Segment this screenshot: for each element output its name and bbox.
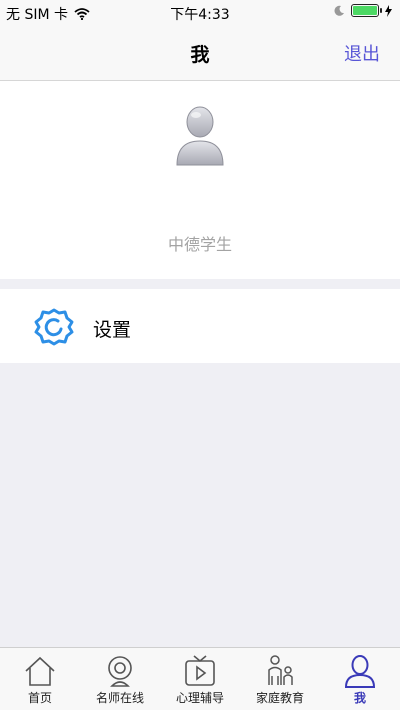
home-icon bbox=[25, 656, 55, 686]
webcam-icon bbox=[108, 656, 132, 687]
status-bar: 无 SIM 卡 下午4:33 bbox=[0, 0, 400, 24]
user-avatar-icon[interactable] bbox=[175, 105, 225, 167]
battery-icon bbox=[351, 4, 382, 17]
navigation-bar: 我 退出 bbox=[0, 24, 400, 81]
person-icon bbox=[344, 655, 376, 688]
username-label: 中德学生 bbox=[167, 235, 232, 254]
tab-teachers-online[interactable]: 名师在线 bbox=[80, 648, 160, 710]
tab-label: 名师在线 bbox=[95, 691, 144, 705]
battery-fill bbox=[353, 6, 377, 15]
charging-icon bbox=[385, 4, 392, 17]
settings-row[interactable]: 设置 bbox=[0, 289, 400, 363]
tab-counseling[interactable]: 心理辅导 bbox=[160, 648, 240, 710]
profile-section: 中德学生 bbox=[0, 81, 400, 279]
settings-label: 设置 bbox=[93, 319, 132, 341]
moon-icon bbox=[334, 5, 344, 16]
tab-bar: 首页 名师在线 心理辅导 家庭教育 我 bbox=[0, 647, 400, 710]
tab-me[interactable]: 我 bbox=[320, 648, 400, 710]
tv-play-icon bbox=[185, 655, 215, 686]
tab-family-education[interactable]: 家庭教育 bbox=[240, 648, 320, 710]
tab-home[interactable]: 首页 bbox=[0, 648, 80, 710]
tab-label: 家庭教育 bbox=[255, 691, 304, 705]
family-icon bbox=[268, 655, 293, 685]
tab-label: 心理辅导 bbox=[175, 691, 224, 705]
page-title: 我 bbox=[190, 44, 210, 66]
logout-button[interactable]: 退出 bbox=[344, 40, 380, 66]
tab-label: 我 bbox=[353, 691, 366, 705]
status-right bbox=[333, 4, 392, 17]
tab-label: 首页 bbox=[27, 691, 52, 705]
gear-icon bbox=[34, 308, 74, 346]
